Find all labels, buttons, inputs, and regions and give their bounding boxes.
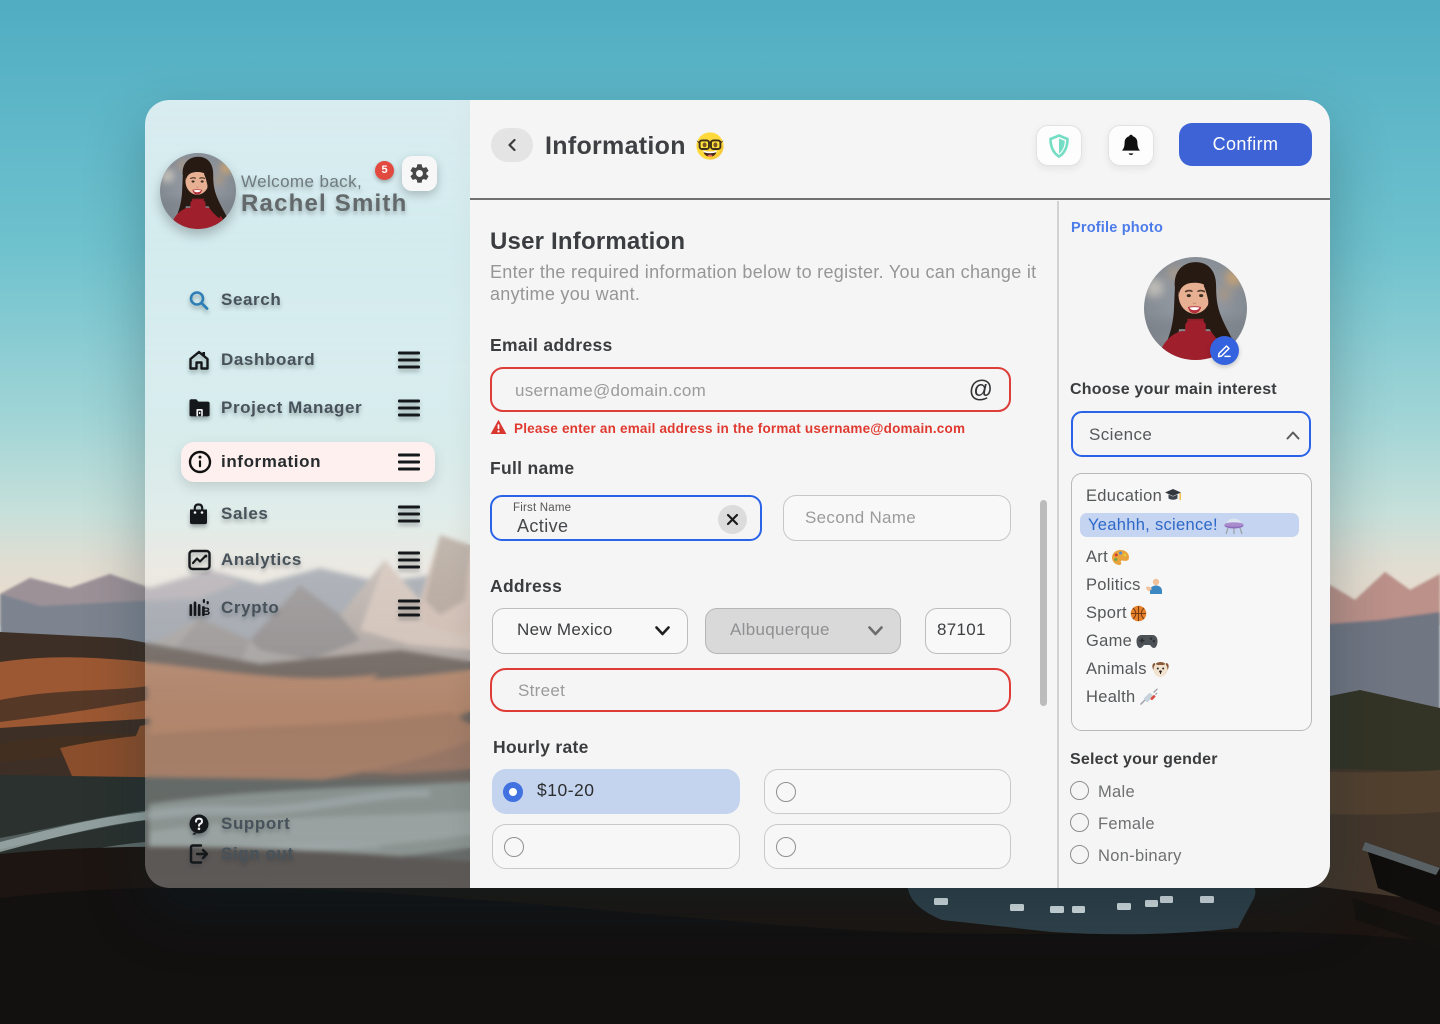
svg-text:B: B bbox=[202, 606, 210, 618]
